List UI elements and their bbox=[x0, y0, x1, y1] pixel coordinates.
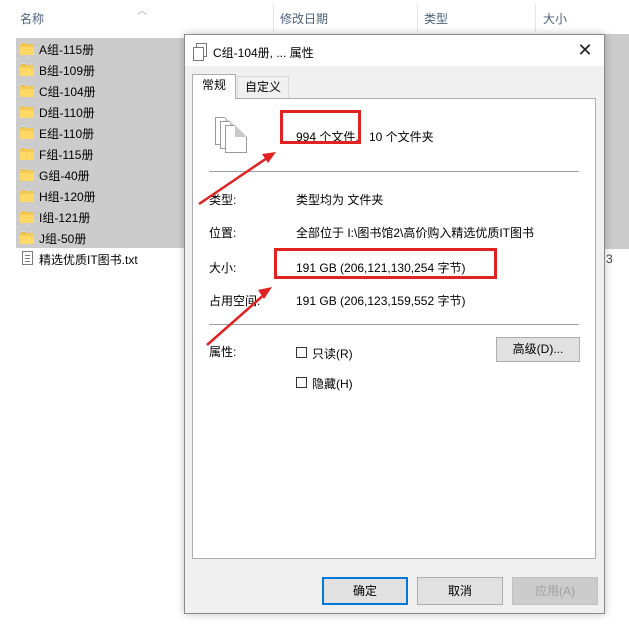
type-value: 类型均为 文件夹 bbox=[296, 193, 384, 207]
size-label: 大小: bbox=[209, 261, 237, 275]
folder-icon bbox=[20, 210, 34, 223]
highlight-box-file-count bbox=[280, 110, 361, 144]
cancel-button[interactable]: 取消 bbox=[417, 577, 503, 605]
documents-icon bbox=[193, 43, 207, 61]
item-label: I组-121册 bbox=[39, 211, 91, 225]
highlight-box-size bbox=[274, 248, 497, 279]
column-divider[interactable] bbox=[417, 4, 418, 32]
attributes-label: 属性: bbox=[209, 345, 237, 359]
list-item[interactable]: B组-109册 bbox=[16, 59, 186, 80]
dialog-titlebar[interactable]: C组-104册, ... 属性 ✕ bbox=[185, 35, 604, 66]
sort-ascending-icon: ︿ bbox=[137, 6, 147, 17]
location-label: 位置: bbox=[209, 226, 237, 240]
item-label: D组-110册 bbox=[39, 106, 95, 120]
ondisk-value: 191 GB (206,123,159,552 字节) bbox=[296, 294, 466, 308]
folder-icon bbox=[20, 126, 34, 139]
hidden-checkbox[interactable] bbox=[296, 377, 307, 388]
item-label: C组-104册 bbox=[39, 85, 96, 99]
item-label: G组-40册 bbox=[39, 169, 90, 183]
column-type[interactable]: 类型 bbox=[424, 10, 448, 27]
dialog-title: C组-104册, ... 属性 bbox=[213, 46, 314, 60]
ok-button[interactable]: 确定 bbox=[322, 577, 408, 605]
tab-custom[interactable]: 自定义 bbox=[237, 76, 289, 98]
column-divider[interactable] bbox=[535, 4, 536, 32]
text-file-icon bbox=[22, 251, 33, 265]
list-item[interactable]: C组-104册 bbox=[16, 80, 186, 101]
file-size-peek: 3 bbox=[606, 252, 613, 266]
item-label: A组-115册 bbox=[39, 43, 95, 57]
list-item[interactable]: F组-115册 bbox=[16, 143, 186, 164]
list-item[interactable]: G组-40册 bbox=[16, 164, 186, 185]
column-modified[interactable]: 修改日期 bbox=[280, 10, 328, 27]
folder-icon bbox=[20, 63, 34, 76]
ondisk-label: 占用空间: bbox=[209, 294, 261, 308]
folder-icon bbox=[20, 189, 34, 202]
column-name[interactable]: 名称 bbox=[20, 10, 44, 27]
folder-icon bbox=[20, 84, 34, 97]
folder-icon bbox=[20, 42, 34, 55]
readonly-checkbox[interactable] bbox=[296, 347, 307, 358]
item-label: F组-115册 bbox=[39, 148, 94, 162]
divider bbox=[209, 171, 579, 172]
list-item[interactable]: H组-120册 bbox=[16, 185, 186, 206]
list-item[interactable]: D组-110册 bbox=[16, 101, 186, 122]
selected-row-tail bbox=[603, 34, 629, 249]
list-item[interactable]: J组-50册 bbox=[16, 227, 186, 248]
divider bbox=[209, 324, 579, 325]
folder-count: 10 个文件夹 bbox=[369, 130, 434, 144]
tab-general[interactable]: 常规 bbox=[192, 74, 236, 99]
item-label: J组-50册 bbox=[39, 232, 87, 246]
list-item[interactable]: A组-115册 bbox=[16, 38, 186, 59]
column-divider[interactable] bbox=[273, 4, 274, 32]
advanced-button[interactable]: 高级(D)... bbox=[496, 337, 580, 362]
item-label: H组-120册 bbox=[39, 190, 96, 204]
folder-icon bbox=[20, 105, 34, 118]
readonly-label[interactable]: 只读(R) bbox=[312, 345, 353, 362]
location-value: 全部位于 I:\图书馆2\高价购入精选优质IT图书 bbox=[296, 226, 535, 240]
multiple-files-icon bbox=[215, 117, 251, 157]
item-label: 精选优质IT图书.txt bbox=[39, 253, 138, 267]
list-item[interactable]: I组-121册 bbox=[16, 206, 186, 227]
general-panel: 994 个文件, 10 个文件夹 类型: 类型均为 文件夹 位置: 全部位于 I… bbox=[192, 98, 596, 559]
folder-icon bbox=[20, 168, 34, 181]
type-label: 类型: bbox=[209, 193, 237, 207]
list-item[interactable]: 精选优质IT图书.txt bbox=[16, 248, 186, 269]
column-header-bar: ︿ 名称 修改日期 类型 大小 bbox=[0, 0, 629, 34]
folder-icon bbox=[20, 147, 34, 160]
hidden-label[interactable]: 隐藏(H) bbox=[312, 375, 353, 392]
apply-button[interactable]: 应用(A) bbox=[512, 577, 598, 605]
item-label: B组-109册 bbox=[39, 64, 96, 78]
close-icon[interactable]: ✕ bbox=[573, 40, 597, 62]
column-size[interactable]: 大小 bbox=[543, 10, 567, 27]
item-label: E组-110册 bbox=[39, 127, 95, 141]
properties-dialog: C组-104册, ... 属性 ✕ 常规 自定义 994 个文件, 10 个文件… bbox=[184, 34, 605, 614]
folder-icon bbox=[20, 231, 34, 244]
list-item[interactable]: E组-110册 bbox=[16, 122, 186, 143]
